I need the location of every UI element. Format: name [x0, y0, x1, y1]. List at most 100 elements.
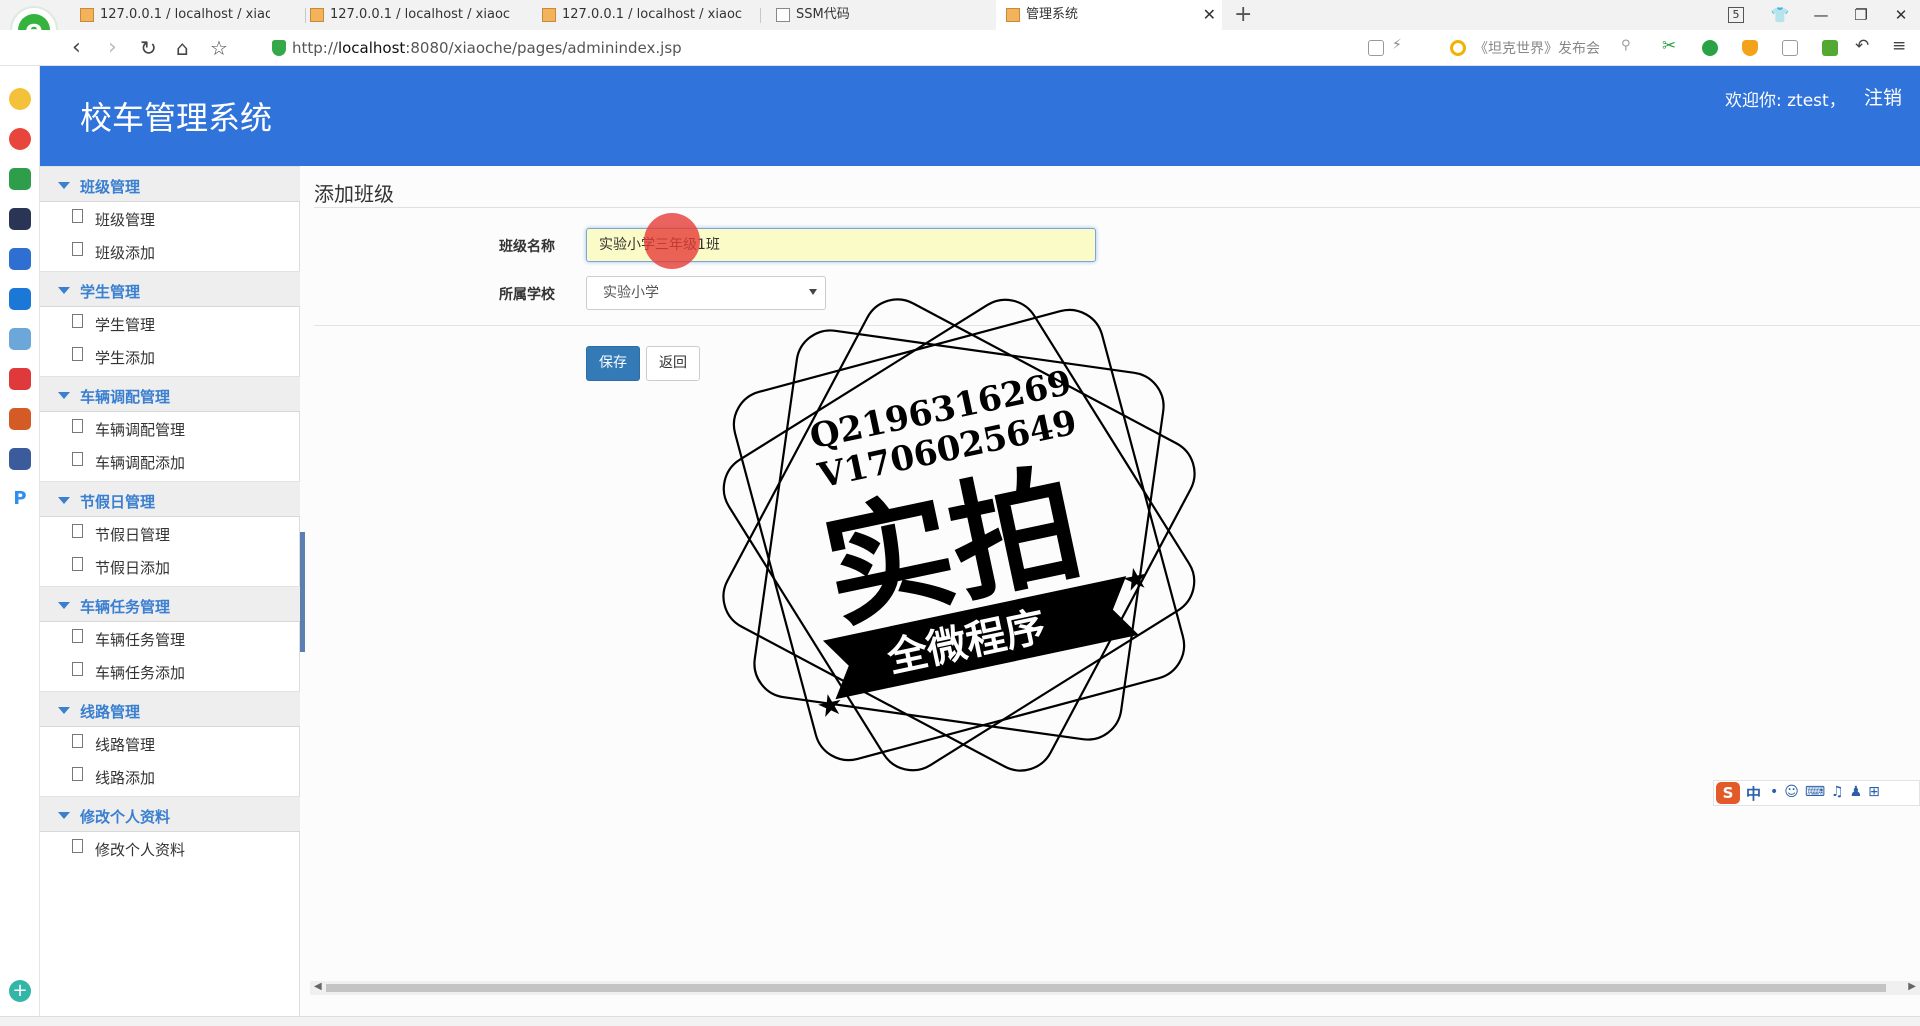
mail-icon[interactable] — [9, 168, 31, 190]
shopping-app-icon[interactable] — [9, 368, 31, 390]
browser-tab[interactable]: 127.0.0.1 / localhost / xiaoche — [300, 0, 510, 30]
menu-item-profile-edit[interactable]: 修改个人资料 — [40, 832, 300, 865]
menu-item-student-add[interactable]: 学生添加 — [40, 340, 300, 373]
school-selected-value: 实验小学 — [603, 285, 659, 301]
logout-link[interactable]: 注销 — [1864, 83, 1902, 110]
menu-icon[interactable]: ≡ — [1892, 36, 1908, 56]
browser-tab-active[interactable]: 管理系统 ✕ — [996, 0, 1222, 30]
menu-item-label: 线路添加 — [95, 769, 156, 787]
caret-down-icon — [58, 182, 70, 189]
menu-item-label: 班级管理 — [95, 211, 156, 229]
menu-item-label: 车辆任务添加 — [95, 664, 186, 682]
p-app-icon[interactable]: P — [9, 488, 31, 510]
scrollbar-thumb[interactable] — [326, 984, 1886, 992]
scissors-icon[interactable]: ✂ — [1662, 36, 1678, 56]
game-icon[interactable] — [1782, 40, 1798, 56]
menu-group-class[interactable]: 班级管理 — [40, 166, 300, 202]
browser-tab[interactable]: 127.0.0.1 / localhost / xiaoche — [532, 0, 742, 30]
menu-group-vehicle-dispatch[interactable]: 车辆调配管理 — [40, 376, 300, 412]
menu-group-title: 修改个人资料 — [80, 808, 171, 826]
menu-item-label: 学生添加 — [95, 349, 156, 367]
game-app-icon[interactable] — [9, 448, 31, 470]
ime-toolbar[interactable]: S 中 •☺⌨♫♟⊞ — [1713, 780, 1920, 806]
file-icon — [72, 734, 83, 748]
scroll-right-icon[interactable]: ▶ — [1908, 981, 1916, 992]
url-prefix: http:// — [292, 39, 338, 57]
ime-tools-icons[interactable]: •☺⌨♫♟⊞ — [1770, 784, 1886, 800]
file-icon — [72, 347, 83, 361]
phpmyadmin-icon — [1006, 8, 1020, 22]
minimize-window-button[interactable]: — — [1806, 0, 1836, 30]
url-field[interactable]: http://localhost:8080/xiaoche/pages/admi… — [264, 35, 1414, 61]
menu-item-holiday-add[interactable]: 节假日添加 — [40, 550, 300, 583]
menu-item-dispatch-manage[interactable]: 车辆调配管理 — [40, 412, 300, 445]
menu-item-route-add[interactable]: 线路添加 — [40, 760, 300, 793]
close-window-button[interactable]: ✕ — [1886, 0, 1916, 30]
ime-mode-indicator[interactable]: 中 — [1746, 783, 1761, 804]
browser-tab-bar: e 127.0.0.1 / localhost / xiaoche 127.0.… — [0, 0, 1920, 54]
close-tab-icon[interactable]: ✕ — [1203, 0, 1216, 30]
menu-group-title: 车辆调配管理 — [80, 388, 171, 406]
search-icon[interactable]: ⚲ — [1621, 38, 1637, 54]
browser-status-bar — [0, 1016, 1920, 1026]
translate-icon[interactable] — [1702, 40, 1718, 56]
file-icon — [72, 452, 83, 466]
class-name-label: 班级名称 — [499, 239, 555, 255]
search-engine-icon[interactable] — [1450, 40, 1466, 56]
menu-item-label: 班级添加 — [95, 244, 156, 262]
home-icon[interactable]: ⌂ — [176, 33, 189, 63]
shield-guard-icon[interactable] — [1742, 40, 1758, 56]
menu-group-profile[interactable]: 修改个人资料 — [40, 796, 300, 832]
menu-item-task-manage[interactable]: 车辆任务管理 — [40, 622, 300, 655]
caret-down-icon — [58, 287, 70, 294]
menu-item-holiday-manage[interactable]: 节假日管理 — [40, 517, 300, 550]
back-arrow-icon[interactable]: ‹ — [72, 33, 81, 63]
caret-down-icon — [58, 497, 70, 504]
phpmyadmin-icon — [542, 8, 556, 22]
sidebar-resize-handle[interactable] — [300, 532, 305, 652]
add-app-icon[interactable]: + — [9, 980, 31, 1002]
bookmark-star-icon[interactable]: ☆ — [210, 33, 228, 63]
game-app-icon[interactable] — [9, 408, 31, 430]
tab-title: SSM代码 — [796, 7, 850, 22]
tab-title: 管理系统 — [1026, 7, 1079, 22]
apps-grid-icon[interactable] — [1822, 40, 1838, 56]
restore-window-button[interactable]: ❐ — [1846, 0, 1876, 30]
menu-group-title: 线路管理 — [80, 703, 141, 721]
menu-item-dispatch-add[interactable]: 车辆调配添加 — [40, 445, 300, 478]
game-app-icon[interactable] — [9, 328, 31, 350]
save-button[interactable]: 保存 — [586, 346, 640, 381]
reload-icon[interactable]: ↻ — [140, 33, 157, 63]
horizontal-scrollbar[interactable]: ◀ ▶ — [310, 981, 1920, 995]
file-icon — [72, 419, 83, 433]
menu-item-student-manage[interactable]: 学生管理 — [40, 307, 300, 340]
menu-group-vehicle-task[interactable]: 车辆任务管理 — [40, 586, 300, 622]
browser-tab[interactable]: 127.0.0.1 / localhost / xiaoche — [70, 0, 270, 30]
menu-item-class-manage[interactable]: 班级管理 — [40, 202, 300, 235]
menu-group-student[interactable]: 学生管理 — [40, 271, 300, 307]
back-button[interactable]: 返回 — [646, 346, 700, 381]
menu-group-title: 车辆任务管理 — [80, 598, 171, 616]
scroll-left-icon[interactable]: ◀ — [314, 981, 322, 992]
browser-address-bar: ‹ › ↻ ⌂ ☆ http://localhost:8080/xiaoche/… — [0, 30, 1920, 66]
lightning-icon[interactable]: ⚡ — [1392, 37, 1408, 53]
document-app-icon[interactable] — [9, 248, 31, 270]
news-app-icon[interactable] — [9, 208, 31, 230]
menu-group-route[interactable]: 线路管理 — [40, 691, 300, 727]
menu-item-class-add[interactable]: 班级添加 — [40, 235, 300, 268]
new-tab-button[interactable]: + — [1234, 2, 1252, 28]
tab-count-badge[interactable]: 5 — [1728, 7, 1744, 23]
chat-bubble-icon[interactable] — [9, 288, 31, 310]
undo-icon[interactable]: ↶ — [1855, 36, 1871, 56]
search-suggestion[interactable]: 《坦克世界》发布会 — [1474, 38, 1600, 58]
menu-group-holiday[interactable]: 节假日管理 — [40, 481, 300, 517]
menu-item-task-add[interactable]: 车辆任务添加 — [40, 655, 300, 688]
browser-tab[interactable]: SSM代码 — [766, 0, 986, 30]
skin-icon[interactable]: 👕 — [1765, 0, 1795, 30]
weibo-icon[interactable] — [9, 128, 31, 150]
qr-code-icon[interactable] — [1368, 40, 1384, 56]
favorites-star-icon[interactable] — [9, 88, 31, 110]
menu-item-route-manage[interactable]: 线路管理 — [40, 727, 300, 760]
tab-divider — [760, 8, 761, 23]
forward-arrow-icon[interactable]: › — [108, 33, 117, 63]
